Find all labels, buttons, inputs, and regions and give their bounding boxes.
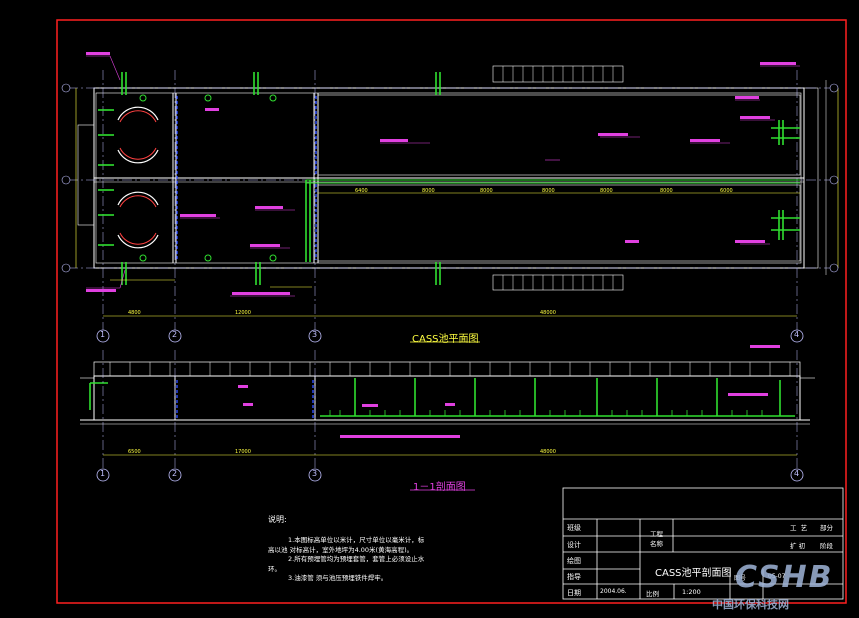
section-axis-3: 3 <box>312 469 318 478</box>
tb-drawing-name: CASS池平剖面图 <box>655 568 732 579</box>
plan-axis-3: 3 <box>312 330 318 339</box>
tb-dept-1: 工 艺 <box>790 524 808 532</box>
plan-axis-4: 4 <box>794 330 800 339</box>
tb-project-label-2: 名称 <box>650 540 663 548</box>
section-dim-1: 6500 <box>128 449 141 455</box>
section-axis-1: 1 <box>100 469 106 478</box>
section-title: 1－1剖面图 <box>413 482 466 493</box>
tb-project-label-1: 工程 <box>650 530 663 538</box>
notes-line-1: 1.本图标高单位以米计，尺寸单位以毫米计，标 <box>288 536 425 544</box>
plan-inner-dim-6: 8000 <box>660 188 673 194</box>
notes-line-5: 3.油漆管 须与池压预埋铁件焊牢。 <box>288 574 388 582</box>
plan-dim-1: 4800 <box>128 310 141 316</box>
watermark-text: 中国环保科技网 <box>712 598 789 611</box>
plan-dim-2: 12000 <box>235 310 251 316</box>
plan-inner-dim-2: 8000 <box>422 188 435 194</box>
plan-inner-dim-1: 6400 <box>355 188 368 194</box>
tb-scale-label: 比例 <box>646 590 659 598</box>
section-axis-2: 2 <box>172 469 178 478</box>
section-dim-3: 48000 <box>540 449 556 455</box>
section-dim-2: 17000 <box>235 449 251 455</box>
plan-inner-dim-3: 8000 <box>480 188 493 194</box>
plan-axis-1: 1 <box>100 330 106 339</box>
notes-line-4: 环。 <box>268 565 281 573</box>
tb-dept-1b: 部分 <box>820 524 833 532</box>
text-layer: CASS池平面图 1－1剖面图 1 2 3 4 1 2 3 4 4800 120… <box>0 0 859 618</box>
watermark-logo: CSHB <box>735 560 834 595</box>
tb-dept-2: 扩 初 <box>790 542 806 550</box>
notes-heading: 说明: <box>268 515 287 524</box>
notes-line-3: 2.所有预埋管均为预埋套管，套管上必须设止水 <box>288 555 425 563</box>
tb-row-guidance: 指导 <box>567 573 581 581</box>
plan-inner-dim-4: 8000 <box>542 188 555 194</box>
plan-title: CASS池平面图 <box>412 334 479 345</box>
plan-axis-2: 2 <box>172 330 178 339</box>
plan-dim-3: 48000 <box>540 310 556 316</box>
tb-dept-2b: 阶段 <box>820 542 833 550</box>
tb-date-value: 2004.06. <box>600 588 627 595</box>
plan-inner-dim-5: 8000 <box>600 188 613 194</box>
tb-row-class: 班级 <box>567 524 581 532</box>
tb-row-design: 设计 <box>567 541 581 549</box>
section-axis-4: 4 <box>794 469 800 478</box>
plan-inner-dim-7: 6000 <box>720 188 733 194</box>
tb-row-drawing: 绘图 <box>567 557 581 565</box>
tb-scale-value: 1:200 <box>682 588 701 596</box>
tb-row-date: 日期 <box>567 589 581 597</box>
